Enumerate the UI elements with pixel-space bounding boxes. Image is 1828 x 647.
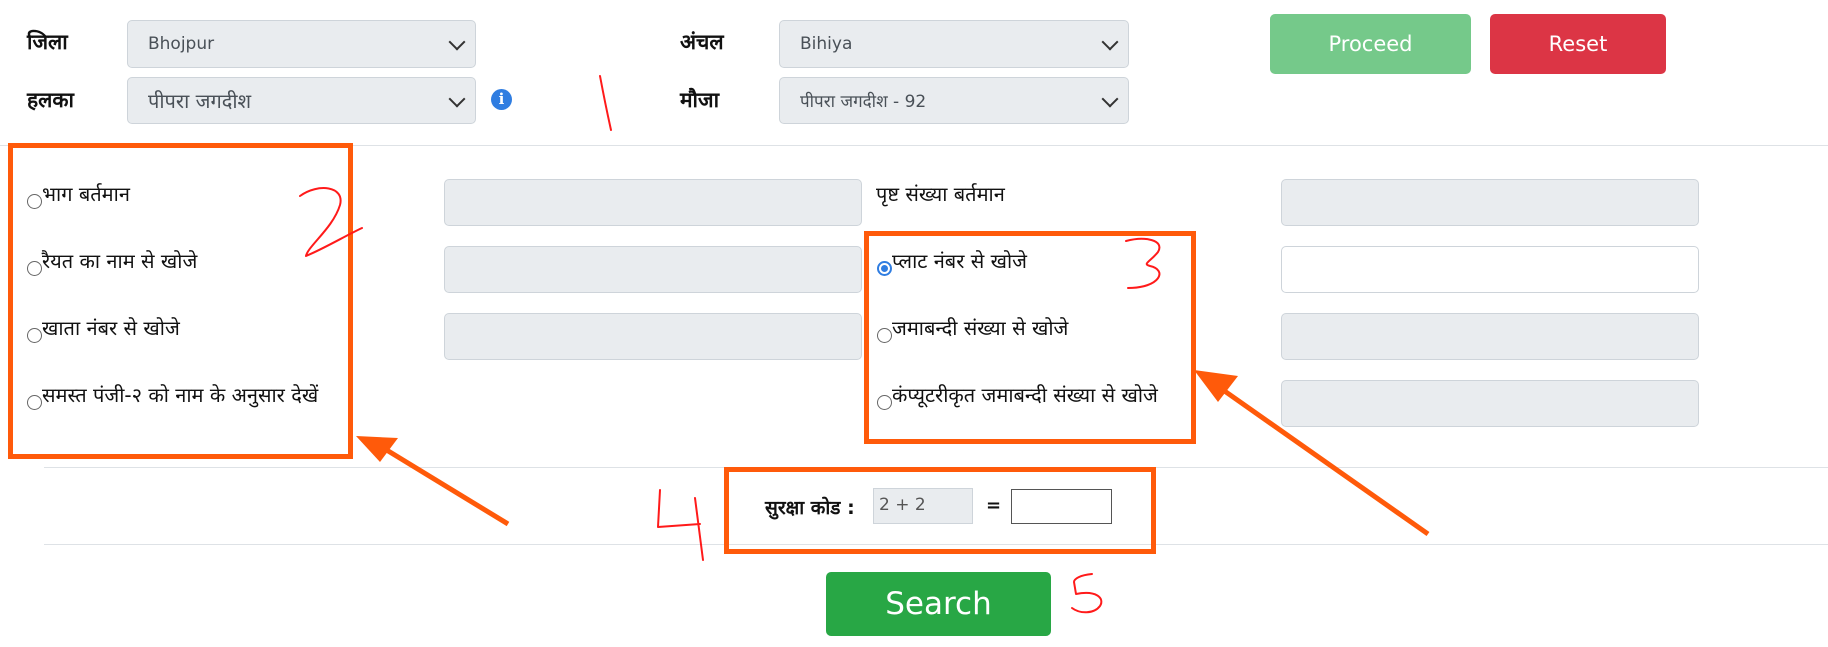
handwritten-mark-1 [599,75,612,131]
annotation-arrow [356,436,510,527]
handwritten-mark-5 [1071,573,1103,614]
handwritten-mark-4 [657,489,704,561]
annotation-layer [299,75,1430,614]
annotation-arrow [1194,370,1430,537]
handwritten-mark-2 [299,187,363,257]
handwritten-mark-3 [1125,237,1161,289]
